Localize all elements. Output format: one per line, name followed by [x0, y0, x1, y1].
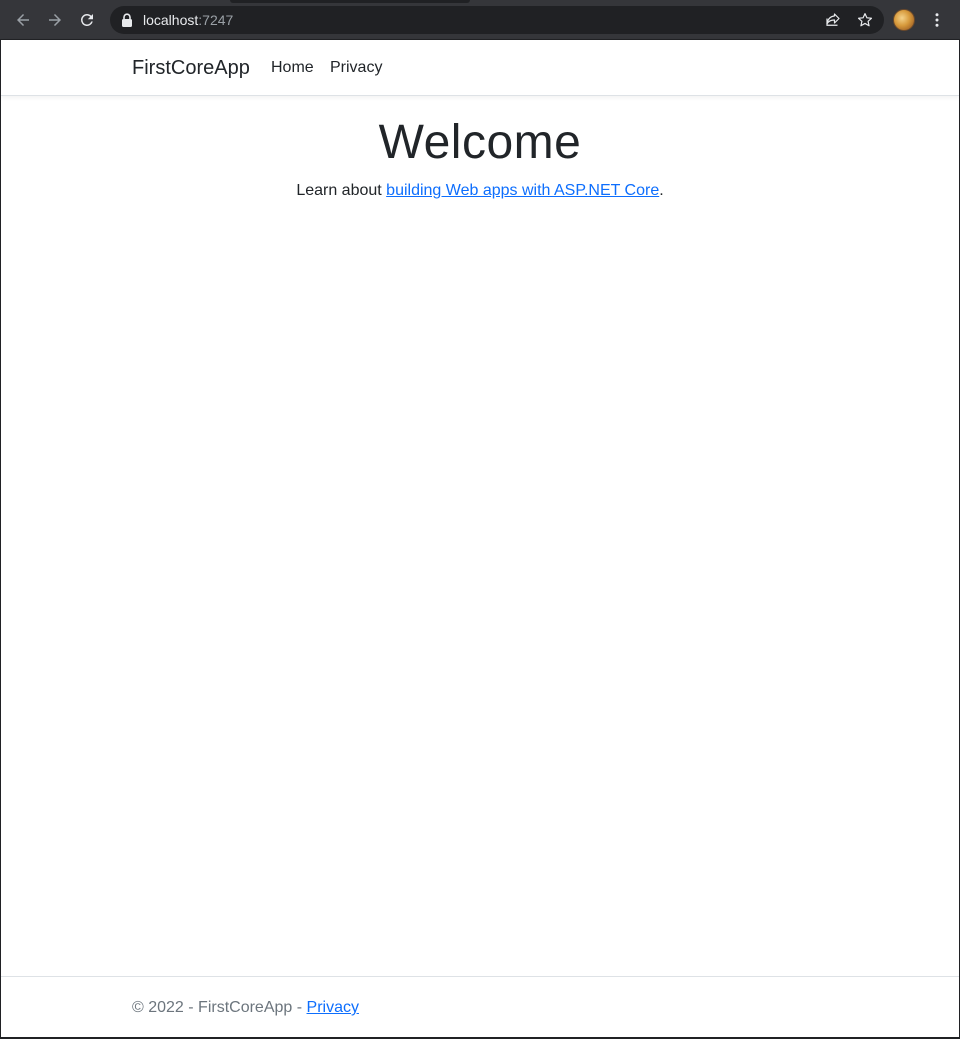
nav-link-home[interactable]: Home [271, 59, 314, 77]
address-bar[interactable]: localhost:7247 [110, 6, 884, 34]
page-heading: Welcome [378, 116, 582, 169]
aspnet-docs-link[interactable]: building Web apps with ASP.NET Core [386, 182, 659, 199]
back-icon[interactable] [10, 7, 36, 33]
nav-link-privacy[interactable]: Privacy [330, 59, 382, 77]
navbar-brand[interactable]: FirstCoreApp [132, 57, 250, 80]
url-text[interactable]: localhost:7247 [143, 12, 233, 28]
footer-text: © 2022 - FirstCoreApp - Privacy [132, 999, 359, 1017]
learn-suffix: . [659, 182, 664, 199]
url-port: :7247 [198, 12, 234, 28]
footer-privacy-link[interactable]: Privacy [307, 999, 359, 1016]
learn-paragraph: Learn about building Web apps with ASP.N… [1, 182, 959, 200]
reload-icon[interactable] [74, 7, 100, 33]
share-icon[interactable] [824, 11, 842, 29]
url-host: localhost [143, 12, 199, 28]
bookmark-star-icon[interactable] [856, 11, 874, 29]
web-page: FirstCoreApp Home Privacy Welcome Learn … [1, 39, 959, 1037]
learn-prefix: Learn about [296, 182, 387, 199]
forward-icon[interactable] [42, 7, 68, 33]
site-footer: © 2022 - FirstCoreApp - Privacy [1, 976, 959, 1037]
profile-avatar[interactable] [893, 9, 915, 31]
menu-kebab-icon[interactable] [924, 7, 950, 33]
site-navbar: FirstCoreApp Home Privacy [1, 39, 959, 96]
lock-icon[interactable] [121, 13, 133, 27]
tab-strip-edge [230, 0, 470, 3]
browser-toolbar: localhost:7247 [0, 0, 960, 39]
footer-copyright: © 2022 - FirstCoreApp - [132, 999, 307, 1016]
